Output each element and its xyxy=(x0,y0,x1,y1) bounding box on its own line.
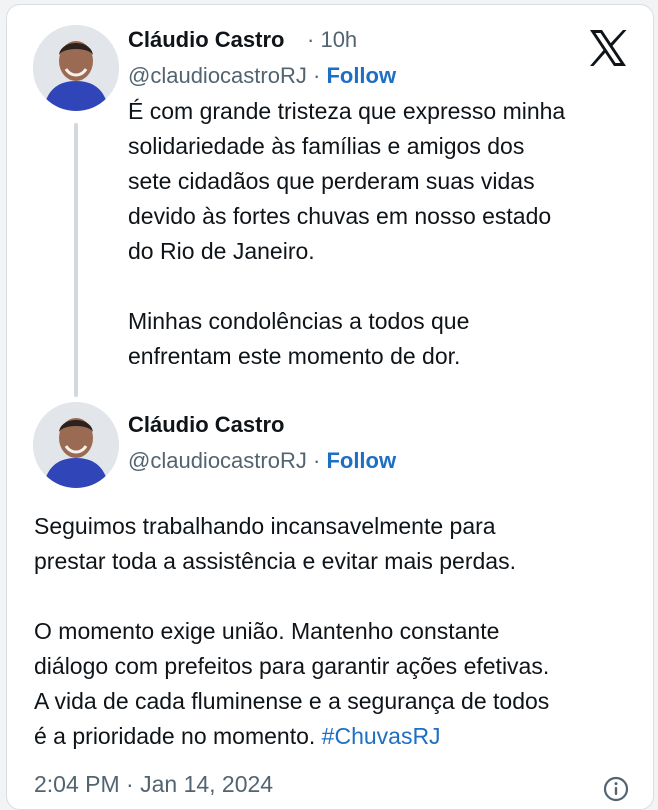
thread-line xyxy=(74,123,78,397)
tweet-time[interactable]: · 10h xyxy=(307,27,357,53)
info-icon[interactable] xyxy=(603,776,629,802)
separator: · xyxy=(307,27,315,52)
tweet-thread-card: Cláudio Castro · 10h @claudiocastroRJ · … xyxy=(6,4,654,810)
author-handle[interactable]: @claudiocastroRJ xyxy=(128,63,307,88)
hashtag-link[interactable]: #ChuvasRJ xyxy=(322,723,441,749)
avatar[interactable] xyxy=(33,25,119,111)
x-logo-icon[interactable] xyxy=(587,27,629,69)
time-ago[interactable]: 10h xyxy=(320,27,357,52)
follow-button[interactable]: Follow xyxy=(326,63,396,88)
tweet-text: É com grande tristeza que expresso minha… xyxy=(128,98,566,369)
follow-button[interactable]: Follow xyxy=(326,448,396,473)
tweet-body: Seguimos trabalhando incansavelmente par… xyxy=(34,513,550,749)
separator: · xyxy=(312,448,321,473)
avatar[interactable] xyxy=(33,402,119,488)
author-handle-row: @claudiocastroRJ · Follow xyxy=(128,63,396,89)
separator: · xyxy=(312,63,321,88)
tweet-text: Seguimos trabalhando incansavelmente par… xyxy=(34,509,644,754)
tweet-timestamp[interactable]: 2:04 PM · Jan 14, 2024 xyxy=(34,771,273,798)
author-name[interactable]: Cláudio Castro xyxy=(128,27,284,53)
author-name[interactable]: Cláudio Castro xyxy=(128,412,284,438)
author-handle[interactable]: @claudiocastroRJ xyxy=(128,448,307,473)
author-handle-row: @claudiocastroRJ · Follow xyxy=(128,448,396,474)
avatar-image xyxy=(33,402,119,488)
avatar-image xyxy=(33,25,119,111)
